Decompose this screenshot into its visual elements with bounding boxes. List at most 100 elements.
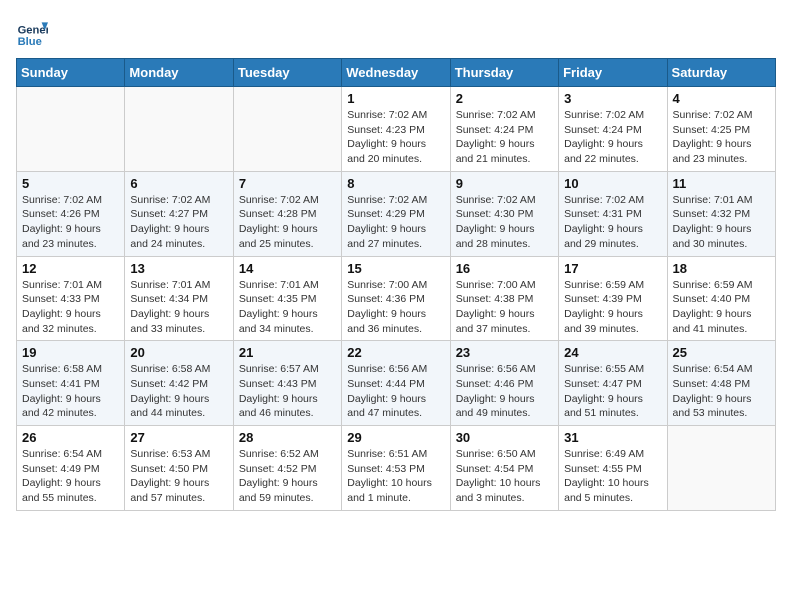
calendar-week-4: 19 Sunrise: 6:58 AM Sunset: 4:41 PM Dayli… — [17, 341, 776, 426]
calendar-table: SundayMondayTuesdayWednesdayThursdayFrid… — [16, 58, 776, 511]
day-detail: Sunrise: 6:51 AM Sunset: 4:53 PM Dayligh… — [347, 447, 444, 506]
day-number: 24 — [564, 345, 661, 360]
day-detail: Sunrise: 6:58 AM Sunset: 4:41 PM Dayligh… — [22, 362, 119, 421]
day-detail: Sunrise: 7:02 AM Sunset: 4:31 PM Dayligh… — [564, 193, 661, 252]
day-number: 1 — [347, 91, 444, 106]
day-detail: Sunrise: 7:02 AM Sunset: 4:26 PM Dayligh… — [22, 193, 119, 252]
calendar-day-26: 26 Sunrise: 6:54 AM Sunset: 4:49 PM Dayli… — [17, 426, 125, 511]
day-number: 9 — [456, 176, 553, 191]
calendar-day-28: 28Sunrise: 6:52 AM Sunset: 4:52 PM Dayli… — [233, 426, 341, 511]
day-number: 4 — [673, 91, 770, 106]
calendar-day-17: 17 Sunrise: 6:59 AM Sunset: 4:39 PM Dayli… — [559, 256, 667, 341]
calendar-week-2: 5 Sunrise: 7:02 AM Sunset: 4:26 PM Daylig… — [17, 171, 776, 256]
empty-cell — [233, 87, 341, 172]
calendar-day-25: 25 Sunrise: 6:54 AM Sunset: 4:48 PM Dayli… — [667, 341, 775, 426]
calendar-day-12: 12Sunrise: 7:01 AM Sunset: 4:33 PM Dayli… — [17, 256, 125, 341]
day-number: 11 — [673, 176, 770, 191]
calendar-body: 1 Sunrise: 7:02 AM Sunset: 4:23 PM Daylig… — [17, 87, 776, 511]
calendar-week-3: 12Sunrise: 7:01 AM Sunset: 4:33 PM Dayli… — [17, 256, 776, 341]
calendar-day-11: 11 Sunrise: 7:01 AM Sunset: 4:32 PM Dayli… — [667, 171, 775, 256]
day-detail: Sunrise: 7:00 AM Sunset: 4:36 PM Dayligh… — [347, 278, 444, 337]
calendar-day-5: 5 Sunrise: 7:02 AM Sunset: 4:26 PM Daylig… — [17, 171, 125, 256]
weekday-thursday: Thursday — [450, 59, 558, 87]
day-detail: Sunrise: 6:52 AM Sunset: 4:52 PM Dayligh… — [239, 447, 336, 506]
day-number: 29 — [347, 430, 444, 445]
day-number: 5 — [22, 176, 119, 191]
calendar-day-6: 6Sunrise: 7:02 AM Sunset: 4:27 PM Daylig… — [125, 171, 233, 256]
day-detail: Sunrise: 6:55 AM Sunset: 4:47 PM Dayligh… — [564, 362, 661, 421]
logo: General Blue — [16, 16, 48, 48]
day-number: 10 — [564, 176, 661, 191]
day-detail: Sunrise: 6:54 AM Sunset: 4:48 PM Dayligh… — [673, 362, 770, 421]
day-detail: Sunrise: 7:02 AM Sunset: 4:24 PM Dayligh… — [564, 108, 661, 167]
day-detail: Sunrise: 6:59 AM Sunset: 4:40 PM Dayligh… — [673, 278, 770, 337]
calendar-day-31: 31 Sunrise: 6:49 AM Sunset: 4:55 PM Dayli… — [559, 426, 667, 511]
day-number: 17 — [564, 261, 661, 276]
day-number: 31 — [564, 430, 661, 445]
day-number: 15 — [347, 261, 444, 276]
day-number: 19 — [22, 345, 119, 360]
day-number: 2 — [456, 91, 553, 106]
calendar-day-27: 27 Sunrise: 6:53 AM Sunset: 4:50 PM Dayli… — [125, 426, 233, 511]
calendar-day-16: 16Sunrise: 7:00 AM Sunset: 4:38 PM Dayli… — [450, 256, 558, 341]
day-detail: Sunrise: 6:50 AM Sunset: 4:54 PM Dayligh… — [456, 447, 553, 506]
weekday-sunday: Sunday — [17, 59, 125, 87]
calendar-day-14: 14 Sunrise: 7:01 AM Sunset: 4:35 PM Dayli… — [233, 256, 341, 341]
day-detail: Sunrise: 7:02 AM Sunset: 4:23 PM Dayligh… — [347, 108, 444, 167]
day-detail: Sunrise: 7:01 AM Sunset: 4:35 PM Dayligh… — [239, 278, 336, 337]
day-number: 26 — [22, 430, 119, 445]
calendar-day-21: 21 Sunrise: 6:57 AM Sunset: 4:43 PM Dayli… — [233, 341, 341, 426]
calendar-day-20: 20 Sunrise: 6:58 AM Sunset: 4:42 PM Dayli… — [125, 341, 233, 426]
page-header: General Blue — [16, 16, 776, 48]
empty-cell — [17, 87, 125, 172]
day-number: 18 — [673, 261, 770, 276]
empty-cell — [667, 426, 775, 511]
day-number: 20 — [130, 345, 227, 360]
day-detail: Sunrise: 6:58 AM Sunset: 4:42 PM Dayligh… — [130, 362, 227, 421]
calendar-day-18: 18 Sunrise: 6:59 AM Sunset: 4:40 PM Dayli… — [667, 256, 775, 341]
weekday-tuesday: Tuesday — [233, 59, 341, 87]
calendar-day-30: 30 Sunrise: 6:50 AM Sunset: 4:54 PM Dayli… — [450, 426, 558, 511]
day-detail: Sunrise: 7:02 AM Sunset: 4:25 PM Dayligh… — [673, 108, 770, 167]
day-detail: Sunrise: 7:02 AM Sunset: 4:28 PM Dayligh… — [239, 193, 336, 252]
day-detail: Sunrise: 7:02 AM Sunset: 4:27 PM Dayligh… — [130, 193, 227, 252]
day-number: 13 — [130, 261, 227, 276]
day-detail: Sunrise: 6:49 AM Sunset: 4:55 PM Dayligh… — [564, 447, 661, 506]
day-detail: Sunrise: 6:54 AM Sunset: 4:49 PM Dayligh… — [22, 447, 119, 506]
calendar-week-5: 26 Sunrise: 6:54 AM Sunset: 4:49 PM Dayli… — [17, 426, 776, 511]
day-number: 30 — [456, 430, 553, 445]
day-detail: Sunrise: 6:57 AM Sunset: 4:43 PM Dayligh… — [239, 362, 336, 421]
calendar-day-29: 29 Sunrise: 6:51 AM Sunset: 4:53 PM Dayli… — [342, 426, 450, 511]
day-number: 23 — [456, 345, 553, 360]
day-number: 3 — [564, 91, 661, 106]
day-number: 22 — [347, 345, 444, 360]
calendar-day-2: 2Sunrise: 7:02 AM Sunset: 4:24 PM Daylig… — [450, 87, 558, 172]
calendar-week-1: 1 Sunrise: 7:02 AM Sunset: 4:23 PM Daylig… — [17, 87, 776, 172]
day-number: 14 — [239, 261, 336, 276]
calendar-day-19: 19 Sunrise: 6:58 AM Sunset: 4:41 PM Dayli… — [17, 341, 125, 426]
weekday-monday: Monday — [125, 59, 233, 87]
day-number: 21 — [239, 345, 336, 360]
calendar-day-15: 15 Sunrise: 7:00 AM Sunset: 4:36 PM Dayli… — [342, 256, 450, 341]
day-detail: Sunrise: 7:01 AM Sunset: 4:34 PM Dayligh… — [130, 278, 227, 337]
calendar-day-7: 7 Sunrise: 7:02 AM Sunset: 4:28 PM Daylig… — [233, 171, 341, 256]
calendar-day-9: 9 Sunrise: 7:02 AM Sunset: 4:30 PM Daylig… — [450, 171, 558, 256]
day-detail: Sunrise: 6:59 AM Sunset: 4:39 PM Dayligh… — [564, 278, 661, 337]
weekday-header-row: SundayMondayTuesdayWednesdayThursdayFrid… — [17, 59, 776, 87]
calendar-day-13: 13 Sunrise: 7:01 AM Sunset: 4:34 PM Dayli… — [125, 256, 233, 341]
day-number: 7 — [239, 176, 336, 191]
day-detail: Sunrise: 6:53 AM Sunset: 4:50 PM Dayligh… — [130, 447, 227, 506]
calendar-day-4: 4 Sunrise: 7:02 AM Sunset: 4:25 PM Daylig… — [667, 87, 775, 172]
svg-text:Blue: Blue — [18, 36, 42, 48]
day-number: 27 — [130, 430, 227, 445]
calendar-day-24: 24 Sunrise: 6:55 AM Sunset: 4:47 PM Dayli… — [559, 341, 667, 426]
day-detail: Sunrise: 7:01 AM Sunset: 4:32 PM Dayligh… — [673, 193, 770, 252]
day-number: 8 — [347, 176, 444, 191]
calendar-day-1: 1 Sunrise: 7:02 AM Sunset: 4:23 PM Daylig… — [342, 87, 450, 172]
calendar-day-23: 23Sunrise: 6:56 AM Sunset: 4:46 PM Dayli… — [450, 341, 558, 426]
day-number: 25 — [673, 345, 770, 360]
day-detail: Sunrise: 7:02 AM Sunset: 4:30 PM Dayligh… — [456, 193, 553, 252]
weekday-friday: Friday — [559, 59, 667, 87]
day-detail: Sunrise: 6:56 AM Sunset: 4:44 PM Dayligh… — [347, 362, 444, 421]
day-detail: Sunrise: 7:01 AM Sunset: 4:33 PM Dayligh… — [22, 278, 119, 337]
